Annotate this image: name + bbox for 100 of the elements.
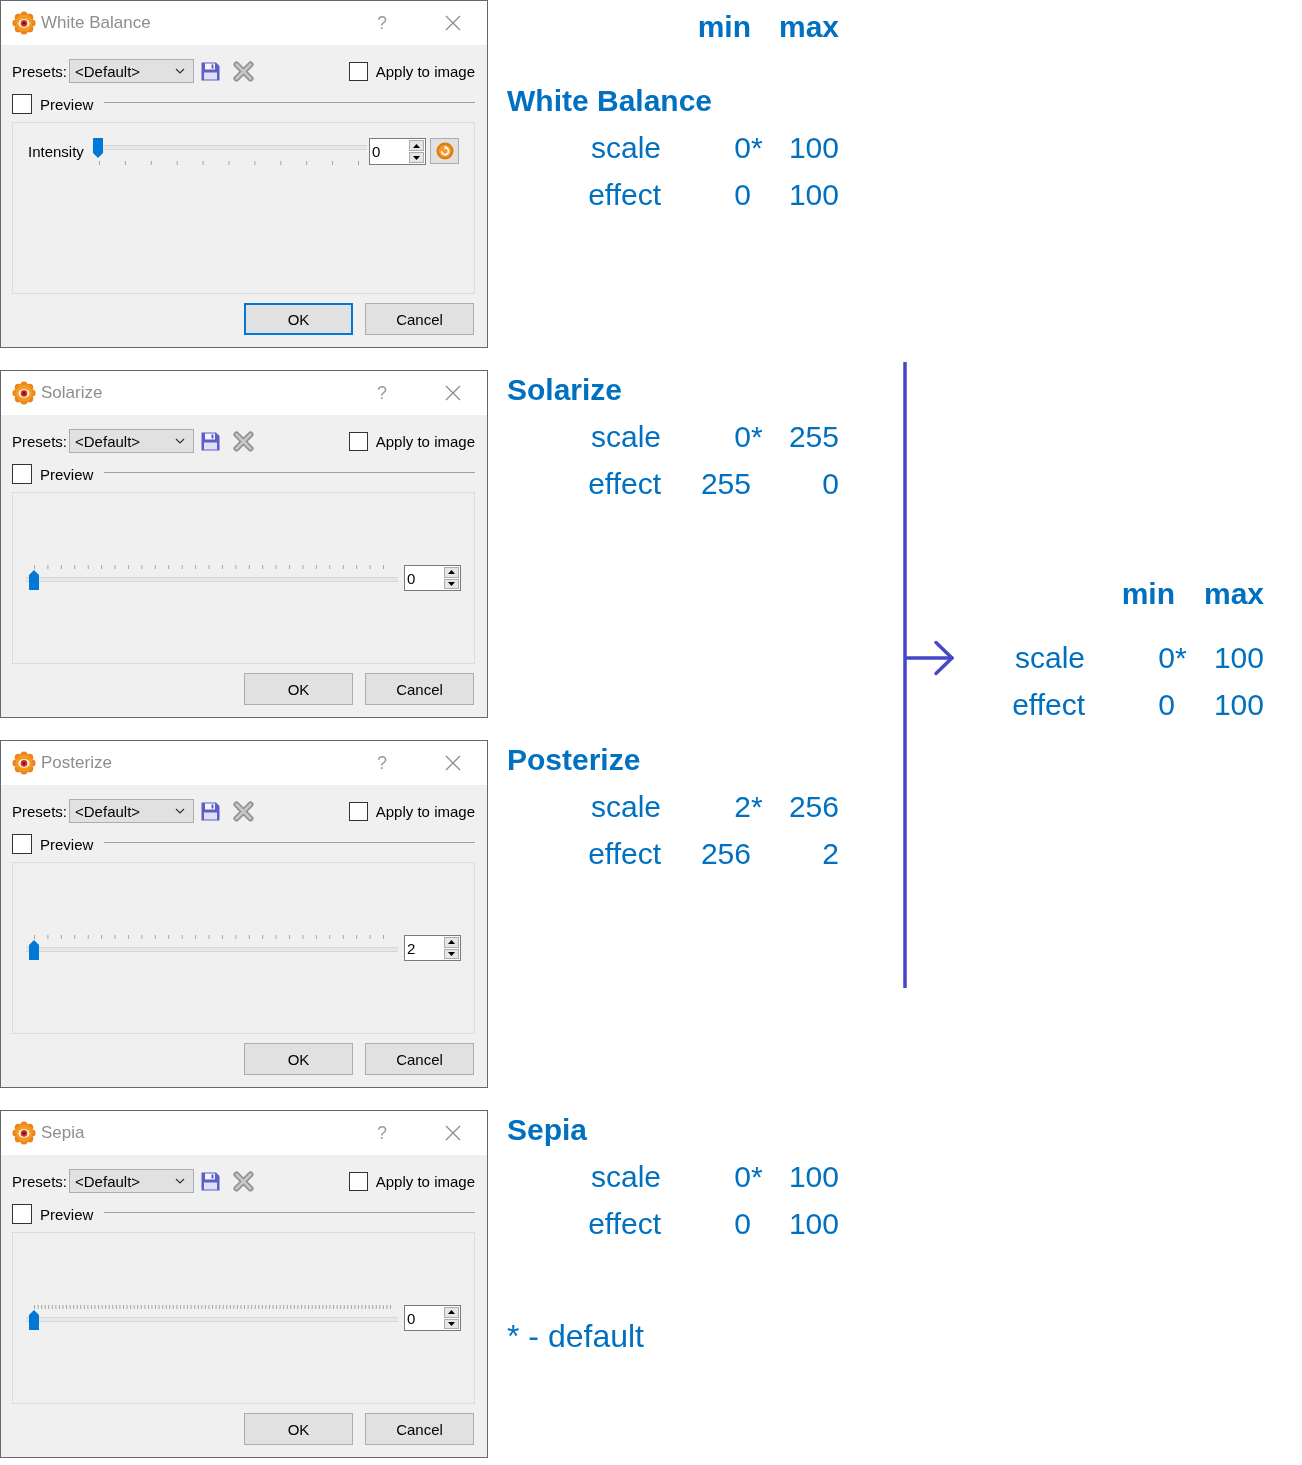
window-title: Sepia <box>41 1123 85 1143</box>
presets-label: Presets: <box>12 62 68 80</box>
column-header: min <box>697 9 751 45</box>
checkbox-label: Apply to image <box>375 62 475 80</box>
max-value: 100 <box>788 130 839 166</box>
spin-up-button[interactable] <box>444 567 459 578</box>
row-label: scale <box>590 1159 661 1195</box>
cross-icon[interactable] <box>233 60 255 82</box>
checkbox-label: Preview <box>40 1205 94 1223</box>
number-field[interactable]: 2 <box>404 935 461 961</box>
close-icon[interactable] <box>445 1125 461 1141</box>
flower-icon <box>12 381 36 405</box>
slider-thumb[interactable] <box>29 570 39 590</box>
cross-icon[interactable] <box>233 800 255 822</box>
ok-button[interactable]: OK <box>244 303 353 335</box>
flower-icon <box>12 751 36 775</box>
checkbox-label: Preview <box>40 95 94 113</box>
column-header: min <box>1121 576 1175 612</box>
filter-title: Solarize <box>507 372 623 408</box>
presets-dropdown[interactable]: <Default> <box>69 1169 195 1193</box>
number-field[interactable]: 0 <box>404 1305 461 1331</box>
presets-label: Presets: <box>12 432 68 450</box>
spin-down-button[interactable] <box>444 948 459 959</box>
checkbox-label: Apply to image <box>375 1172 475 1190</box>
number-field[interactable]: 0 <box>369 138 426 165</box>
presets-dropdown[interactable]: <Default> <box>69 59 195 83</box>
cross-icon[interactable] <box>233 430 255 452</box>
cancel-button[interactable]: Cancel <box>365 303 474 335</box>
default-marker: * <box>751 419 763 455</box>
spin-down-button[interactable] <box>409 152 424 163</box>
row-label: effect <box>588 466 661 502</box>
max-value: 100 <box>1213 687 1264 723</box>
slider-thumb[interactable] <box>92 138 103 158</box>
close-icon[interactable] <box>445 15 461 31</box>
ok-button[interactable]: OK <box>244 1413 353 1445</box>
reset-button[interactable] <box>430 138 459 164</box>
column-header: max <box>778 9 839 45</box>
legend-text: * - default <box>507 1317 644 1356</box>
cancel-button[interactable]: Cancel <box>365 673 474 705</box>
column-header: max <box>1203 576 1264 612</box>
flower-icon <box>12 1121 36 1145</box>
min-value: 0 <box>1158 687 1175 723</box>
presets-label: Presets: <box>12 1172 68 1190</box>
window-title: White Balance <box>41 13 151 33</box>
caret-down-icon <box>448 951 455 956</box>
checkbox-label: Apply to image <box>375 432 475 450</box>
checkbox[interactable] <box>12 834 32 854</box>
min-value: 256 <box>700 836 751 872</box>
chevron-down-icon <box>175 808 186 814</box>
checkbox[interactable] <box>12 94 32 114</box>
spin-down-button[interactable] <box>444 1318 459 1329</box>
window-title: Posterize <box>41 753 112 773</box>
min-value: 0 <box>734 130 751 166</box>
presets-dropdown[interactable]: <Default> <box>69 429 195 453</box>
slider-thumb[interactable] <box>29 940 39 960</box>
cancel-button[interactable]: Cancel <box>365 1413 474 1445</box>
min-value: 0 <box>734 1206 751 1242</box>
row-label: effect <box>1012 687 1085 723</box>
spin-up-button[interactable] <box>444 937 459 948</box>
filter-title: Posterize <box>507 742 641 778</box>
row-label: scale <box>590 130 661 166</box>
checkbox[interactable] <box>12 1204 32 1224</box>
caret-up-icon <box>413 143 420 148</box>
max-value: 100 <box>788 177 839 213</box>
spin-up-button[interactable] <box>409 140 424 151</box>
default-marker: * <box>1175 640 1187 676</box>
spin-up-button[interactable] <box>444 1307 459 1318</box>
close-icon[interactable] <box>445 385 461 401</box>
row-label: effect <box>588 1206 661 1242</box>
row-label: scale <box>1014 640 1085 676</box>
checkbox-label: Preview <box>40 835 94 853</box>
number-field[interactable]: 0 <box>404 565 461 591</box>
checkbox[interactable] <box>348 1171 368 1191</box>
circular-arrow-icon <box>435 142 454 160</box>
min-value: 0 <box>1158 640 1175 676</box>
caret-up-icon <box>448 940 455 945</box>
cross-icon[interactable] <box>233 1170 255 1192</box>
cancel-button[interactable]: Cancel <box>365 1043 474 1075</box>
caret-down-icon <box>448 1321 455 1326</box>
filter-title: Sepia <box>507 1112 588 1148</box>
close-icon[interactable] <box>445 755 461 771</box>
max-value: 100 <box>788 1159 839 1195</box>
caret-up-icon <box>448 570 455 575</box>
presets-label: Presets: <box>12 802 68 820</box>
filter-title: White Balance <box>507 83 713 119</box>
row-label: scale <box>590 789 661 825</box>
default-marker: * <box>751 1159 763 1195</box>
ok-button[interactable]: OK <box>244 1043 353 1075</box>
slider-thumb[interactable] <box>29 1310 39 1330</box>
chevron-down-icon <box>175 68 186 74</box>
checkbox[interactable] <box>348 431 368 451</box>
max-value: 100 <box>1213 640 1264 676</box>
spin-down-button[interactable] <box>444 578 459 589</box>
caret-down-icon <box>448 581 455 586</box>
flower-icon <box>12 11 36 35</box>
ok-button[interactable]: OK <box>244 673 353 705</box>
presets-dropdown[interactable]: <Default> <box>69 799 195 823</box>
checkbox[interactable] <box>348 801 368 821</box>
checkbox[interactable] <box>348 61 368 81</box>
checkbox[interactable] <box>12 464 32 484</box>
